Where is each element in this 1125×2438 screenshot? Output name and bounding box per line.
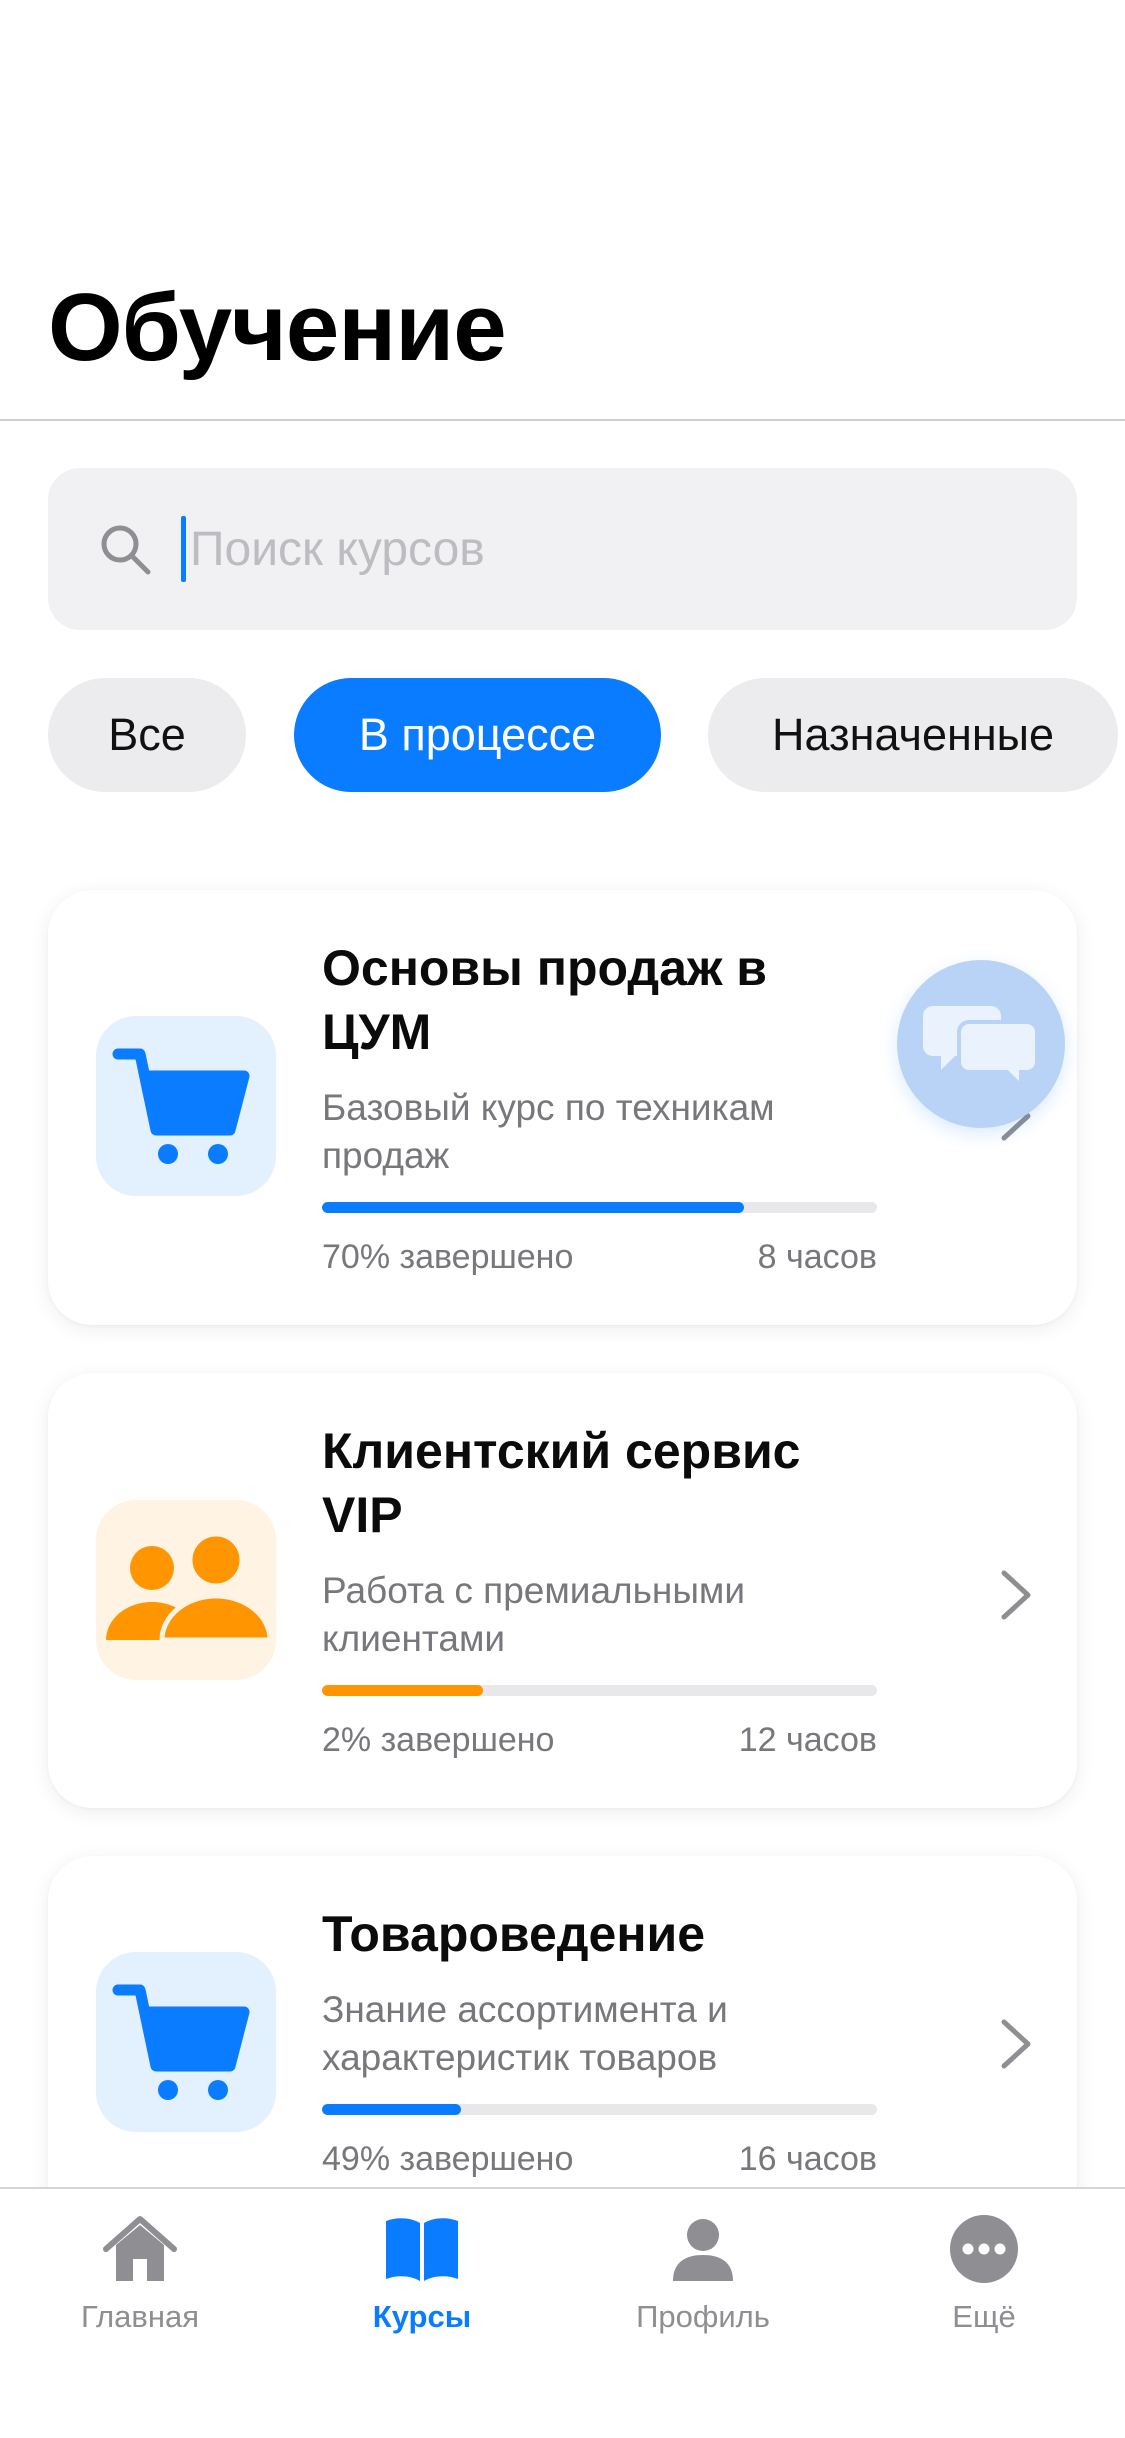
cart-icon <box>96 1952 276 2132</box>
progress-text: 2% завершено <box>322 1721 555 1759</box>
course-subtitle: Работа с премиальными клиентами <box>322 1570 746 1659</box>
cart-icon <box>96 1016 276 1196</box>
tab-courses-label: Курсы <box>372 2299 472 2334</box>
filter-all-label: Все <box>108 709 186 760</box>
filter-in-progress[interactable]: В процессе <box>294 678 661 792</box>
tab-home-label: Главная <box>81 2299 199 2334</box>
progress-text: 49% завершено <box>322 2140 574 2178</box>
tab-bar: Главная Курсы Профиль Ещё <box>0 2187 1125 2438</box>
page-title: Обучение <box>48 274 507 381</box>
tab-profile[interactable]: Профиль <box>603 2189 803 2349</box>
filter-in-progress-label: В процессе <box>358 709 597 760</box>
users-icon <box>96 1500 276 1680</box>
tab-home[interactable]: Главная <box>40 2189 240 2349</box>
course-title: Клиентский сервис VIP <box>322 1423 801 1543</box>
progress-fill <box>322 2104 461 2115</box>
progress-bar <box>322 2104 877 2115</box>
search-input[interactable] <box>190 508 1050 590</box>
text-cursor <box>181 516 186 582</box>
tab-profile-label: Профиль <box>636 2299 770 2334</box>
chat-button[interactable] <box>897 960 1065 1128</box>
progress-bar <box>322 1685 877 1696</box>
course-duration: 16 часов <box>738 2140 877 2178</box>
course-duration: 8 часов <box>757 1238 877 1276</box>
filter-assigned[interactable]: Назначенные <box>708 678 1118 792</box>
filter-all[interactable]: Все <box>48 678 246 792</box>
course-subtitle: Знание ассортимента и характеристик това… <box>322 1989 728 2078</box>
person-icon <box>673 2219 733 2281</box>
search-icon <box>101 525 151 575</box>
tab-more[interactable]: Ещё <box>884 2189 1084 2349</box>
progress-fill <box>322 1685 483 1696</box>
chat-icon <box>923 1006 1039 1091</box>
progress-bar <box>322 1202 877 1213</box>
course-card[interactable]: Клиентский сервис VIP Работа с премиальн… <box>48 1373 1077 1808</box>
course-subtitle: Базовый курс по техникам продаж <box>322 1087 775 1176</box>
course-duration: 12 часов <box>738 1721 877 1759</box>
filter-assigned-label: Назначенные <box>771 709 1055 760</box>
progress-text: 70% завершено <box>322 1238 574 1276</box>
chevron-right-icon <box>1001 2019 1031 2069</box>
search-bar[interactable] <box>48 468 1077 630</box>
home-icon <box>103 2216 177 2281</box>
progress-fill <box>322 1202 744 1213</box>
more-icon <box>950 2215 1018 2283</box>
tab-more-label: Ещё <box>952 2299 1016 2334</box>
tab-courses[interactable]: Курсы <box>322 2189 522 2349</box>
course-title: Основы продаж в ЦУМ <box>322 940 768 1060</box>
header-divider <box>0 419 1125 421</box>
chevron-right-icon <box>1001 1570 1031 1620</box>
course-title: Товароведение <box>322 1906 706 1962</box>
book-icon <box>386 2218 458 2281</box>
